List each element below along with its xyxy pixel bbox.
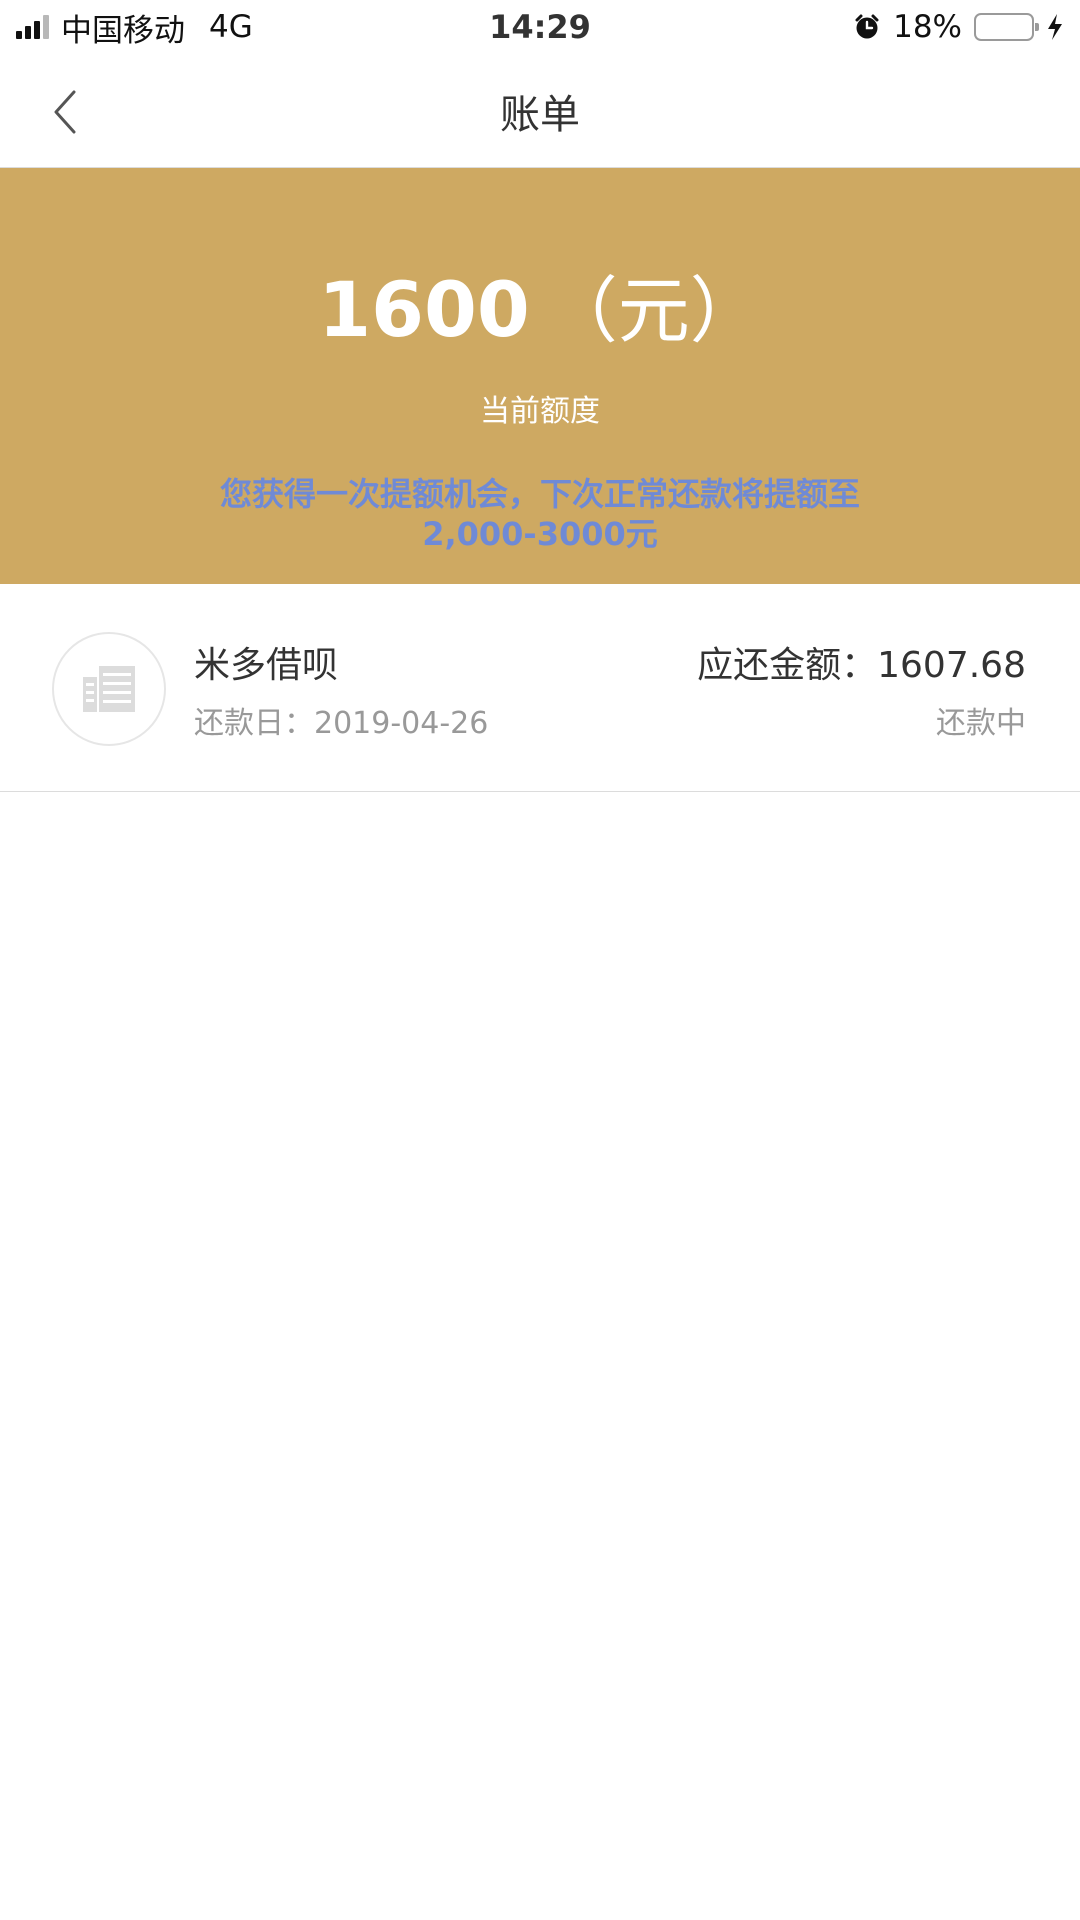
signal-icon — [16, 15, 49, 39]
page-title: 账单 — [500, 91, 580, 138]
carrier-name: 中国移动 — [61, 12, 185, 49]
alarm-icon — [855, 14, 879, 39]
bill-status: 还款中 — [936, 706, 1026, 741]
promo-line-1: 您获得一次提额机会，下次正常还款将提额至 — [219, 475, 860, 513]
promo-line-2: 2,000-3000元 — [422, 515, 658, 553]
due-date: 还款日：2019-04-26 — [194, 698, 488, 742]
status-bar-right: 18% — [853, 9, 1064, 45]
network-type: 4G — [209, 9, 253, 45]
credit-limit-amount: 1600 （元） — [318, 272, 762, 348]
building-icon — [83, 666, 135, 712]
amount-due-label: 应还金额： — [697, 645, 878, 686]
lender-name: 米多借呗 — [194, 645, 339, 686]
amount-due-value: 1607.68 — [877, 645, 1026, 686]
amount-due: 应还金额：1607.68 — [697, 636, 1026, 688]
credit-limit-label: 当前额度 — [480, 394, 600, 429]
lender-logo — [52, 632, 166, 746]
battery-percent: 18% — [893, 9, 962, 45]
battery-icon — [974, 13, 1039, 41]
charging-bolt-icon — [1048, 14, 1062, 40]
status-bar-left: 中国移动 4G — [16, 5, 253, 50]
back-button[interactable] — [40, 82, 90, 142]
credit-limit-banner: 1600 （元） 当前额度 您获得一次提额机会，下次正常还款将提额至 2,000-… — [0, 168, 1080, 584]
limit-unit: （元） — [545, 269, 762, 353]
due-date-label: 还款日： — [194, 706, 314, 741]
bill-row[interactable]: 米多借呗 还款日：2019-04-26 应还金额：1607.68 还款中 — [0, 584, 1080, 792]
chevron-left-icon — [54, 90, 76, 134]
due-date-value: 2019-04-26 — [314, 706, 489, 741]
nav-bar: 账单 — [0, 54, 1080, 168]
limit-value: 1600 — [318, 265, 530, 354]
limit-increase-promo: 您获得一次提额机会，下次正常还款将提额至 2,000-3000元 — [160, 474, 920, 554]
status-bar: 中国移动 4G 18% — [0, 0, 1080, 54]
